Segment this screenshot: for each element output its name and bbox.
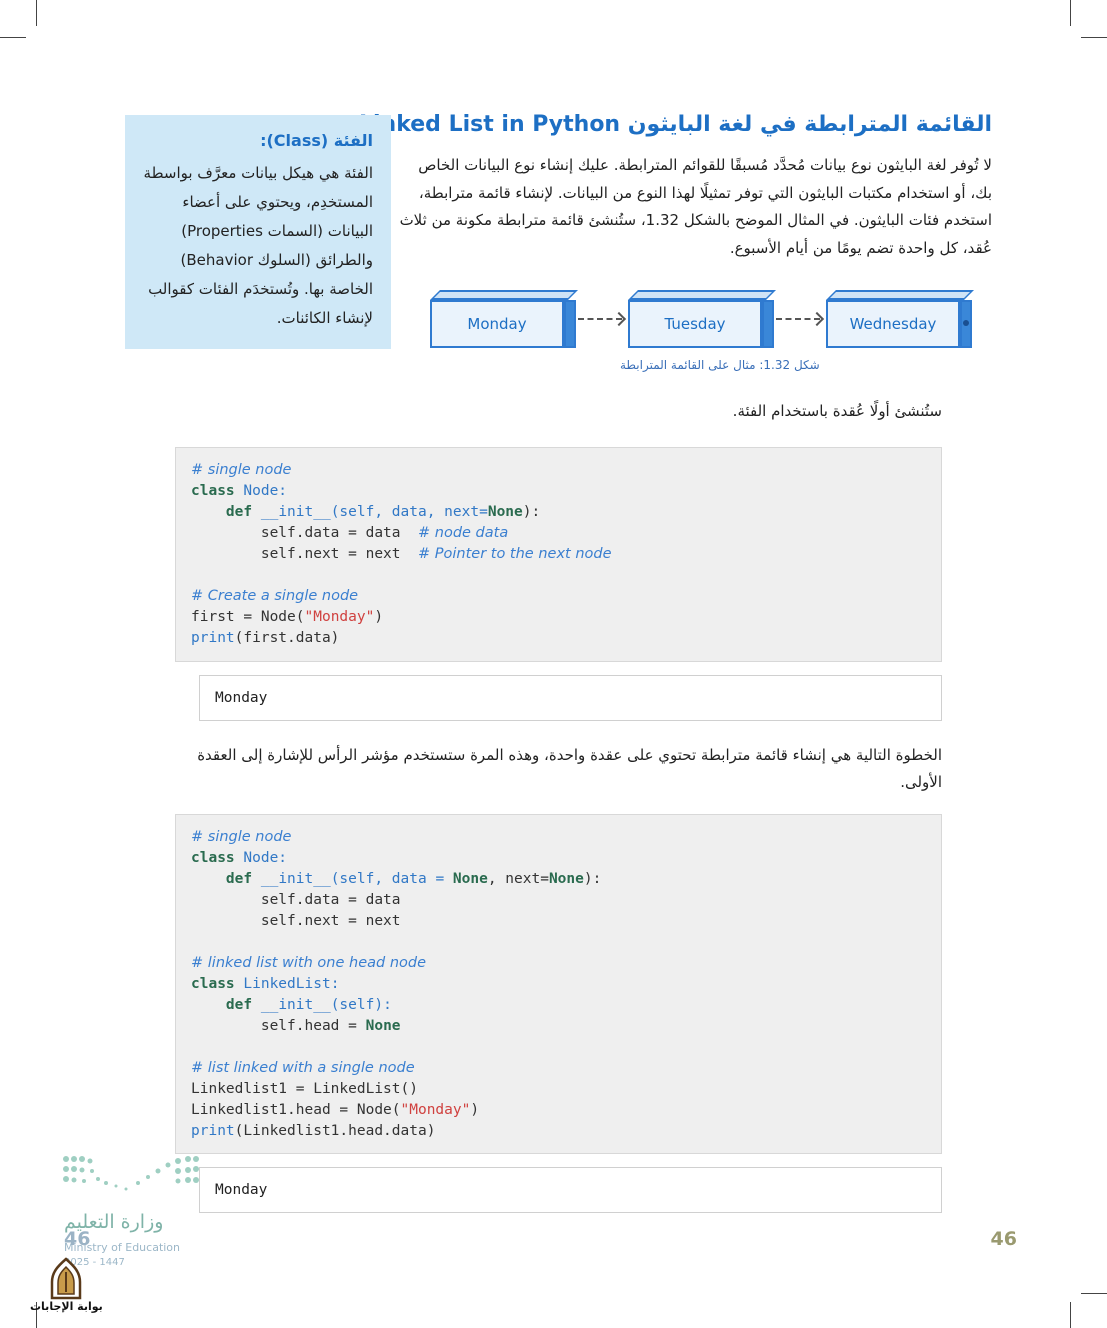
page-title: القائمة المترابطة في لغة البايثون Linked…: [359, 112, 992, 137]
crop-mark: [1081, 1293, 1107, 1294]
crop-mark: [1070, 1302, 1071, 1328]
node-label: Wednesday: [826, 300, 960, 348]
figure-caption: شكل 1.32: مثال على القائمة المترابطة: [620, 358, 820, 372]
null-pointer-dot: [963, 320, 969, 326]
title-english: Linked List in Python: [358, 112, 621, 137]
output-box-2: Monday: [199, 1167, 942, 1213]
crop-mark: [1070, 0, 1071, 26]
definition-body: الفئة هي هيكل بيانات معرَّف بواسطة المست…: [143, 164, 373, 327]
node-pointer: [564, 300, 576, 348]
site-logo-text: بوابة الإجابات: [30, 1300, 103, 1313]
definition-box: الفئة (Class): الفئة هي هيكل بيانات معرَ…: [125, 115, 391, 349]
crop-mark: [1081, 37, 1107, 38]
arrow-icon: [776, 318, 820, 320]
definition-title: الفئة (Class):: [260, 131, 373, 150]
code-block-2: # single node class Node: def __init__(s…: [175, 814, 942, 1154]
mosque-icon: [50, 1257, 82, 1300]
crop-mark: [36, 0, 37, 26]
arrow-icon: [578, 318, 622, 320]
list-node: Monday: [430, 290, 578, 348]
crop-mark: [0, 37, 26, 38]
code-block-1: # single node class Node: def __init__(s…: [175, 447, 942, 662]
title-arabic: القائمة المترابطة في لغة البايثون: [627, 112, 992, 137]
intro-paragraph: لا تُوفر لغة البايثون نوع بيانات مُحدَّد…: [399, 156, 992, 257]
page-number-left: 46: [64, 1228, 91, 1250]
node-label: Monday: [430, 300, 564, 348]
list-node: Tuesday: [628, 290, 776, 348]
node-label: Tuesday: [628, 300, 762, 348]
page-number-right: 46: [990, 1228, 1017, 1250]
list-node: Wednesday: [826, 290, 974, 348]
step1-text: ستُنشئ أولًا عُقدة باستخدام الفئة.: [732, 402, 942, 420]
output-box-1: Monday: [199, 675, 942, 721]
ministry-dots-icon: [63, 1156, 199, 1191]
step2-text: الخطوة التالية هي إنشاء قائمة مترابطة تح…: [197, 746, 942, 791]
node-pointer: [762, 300, 774, 348]
